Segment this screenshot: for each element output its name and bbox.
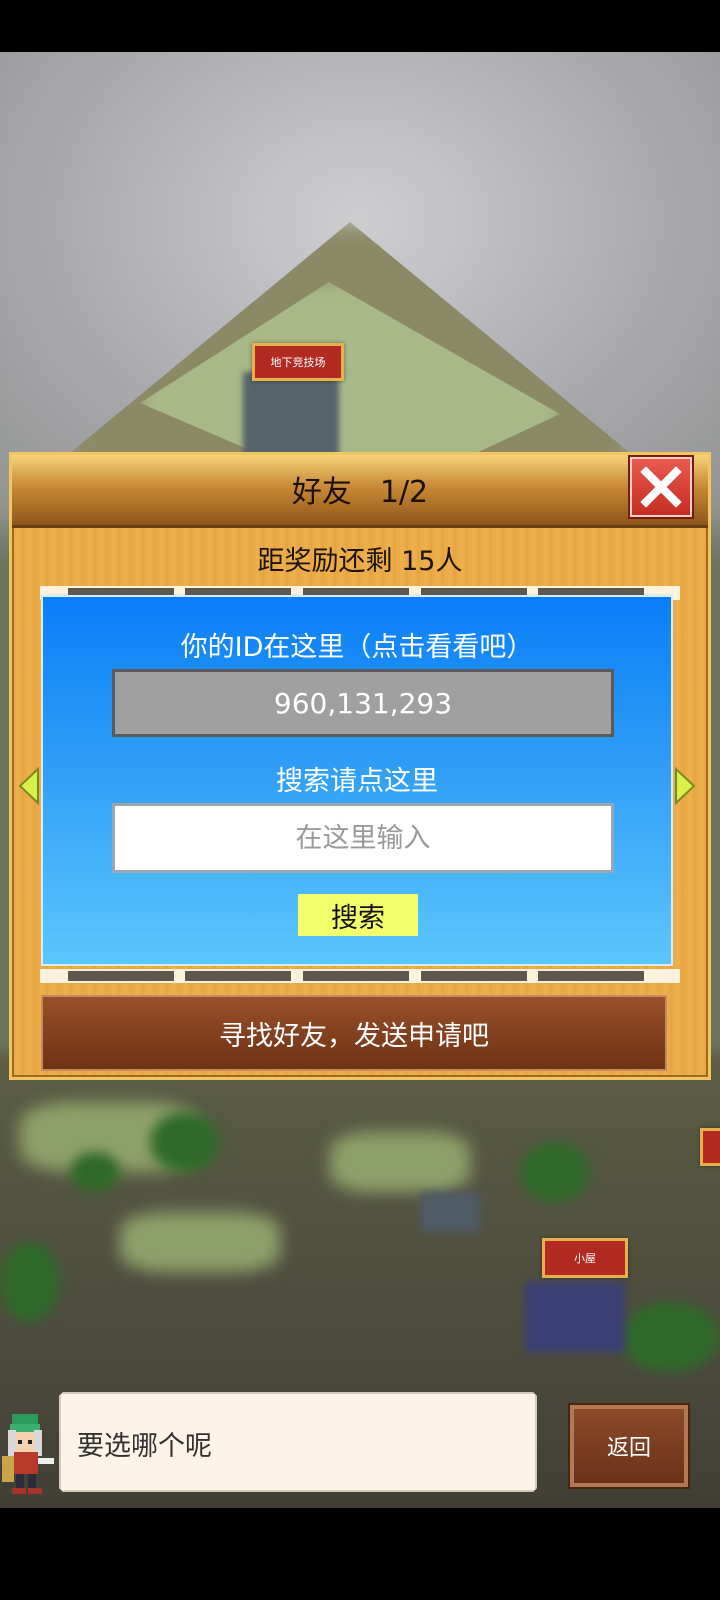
arena-sign[interactable]: 地下竞技场 [252,343,344,381]
tree [70,1152,120,1192]
tree [520,1142,590,1202]
offscreen-sign[interactable] [700,1128,720,1166]
grass-patch [120,1212,280,1272]
dialog-header: 好友 1/2 [12,455,708,528]
reward-progress-text: 距奖励还剩 15人 [257,546,463,577]
advisor-speech-bubble: 要选哪个呢 [59,1392,537,1492]
status-bar [0,0,720,52]
page-indicator: 1/2 [379,475,429,510]
panel-bottom-strip [40,969,680,983]
find-friends-button[interactable]: 寻找好友，发送申请吧 [41,995,667,1071]
arena-sign-label: 地下竞技场 [270,356,326,369]
next-page-arrow-icon[interactable] [674,767,696,805]
user-id-value: 960,131,293 [273,686,453,720]
building [420,1192,480,1232]
tree [150,1112,220,1172]
advisor-message: 要选哪个呢 [77,1431,212,1462]
tree [0,1242,60,1322]
id-search-panel: 你的ID在这里（点击看看吧） 960,131,293 搜索请点这里 搜索 [41,595,673,966]
advisor-avatar [2,1414,54,1494]
user-id-box[interactable]: 960,131,293 [112,669,614,737]
navigation-bar [0,1508,720,1600]
search-button[interactable]: 搜索 [298,894,418,936]
tree [620,1302,720,1372]
friend-dialog: 好友 1/2 距奖励还剩 15人 你的ID在这里（点击看看吧） 960,131,2… [9,452,711,1080]
arena-building [243,372,339,462]
grass-patch [330,1132,470,1192]
back-button-label: 返回 [606,1436,651,1461]
dialog-title-text: 好友 [291,475,352,510]
cottage [525,1282,625,1352]
search-input[interactable] [112,803,614,873]
back-button[interactable]: 返回 [570,1405,688,1487]
search-prompt: 搜索请点这里 [276,766,438,797]
cottage-sign[interactable]: 小屋 [542,1238,628,1278]
close-button[interactable] [630,457,692,517]
dialog-title: 好友 1/2 [12,467,708,511]
cottage-sign-label: 小屋 [574,1252,596,1265]
close-icon [640,466,682,508]
find-friends-label: 寻找好友，发送申请吧 [219,1020,489,1052]
prev-page-arrow-icon[interactable] [18,767,40,805]
id-prompt: 你的ID在这里（点击看看吧） [180,632,534,663]
